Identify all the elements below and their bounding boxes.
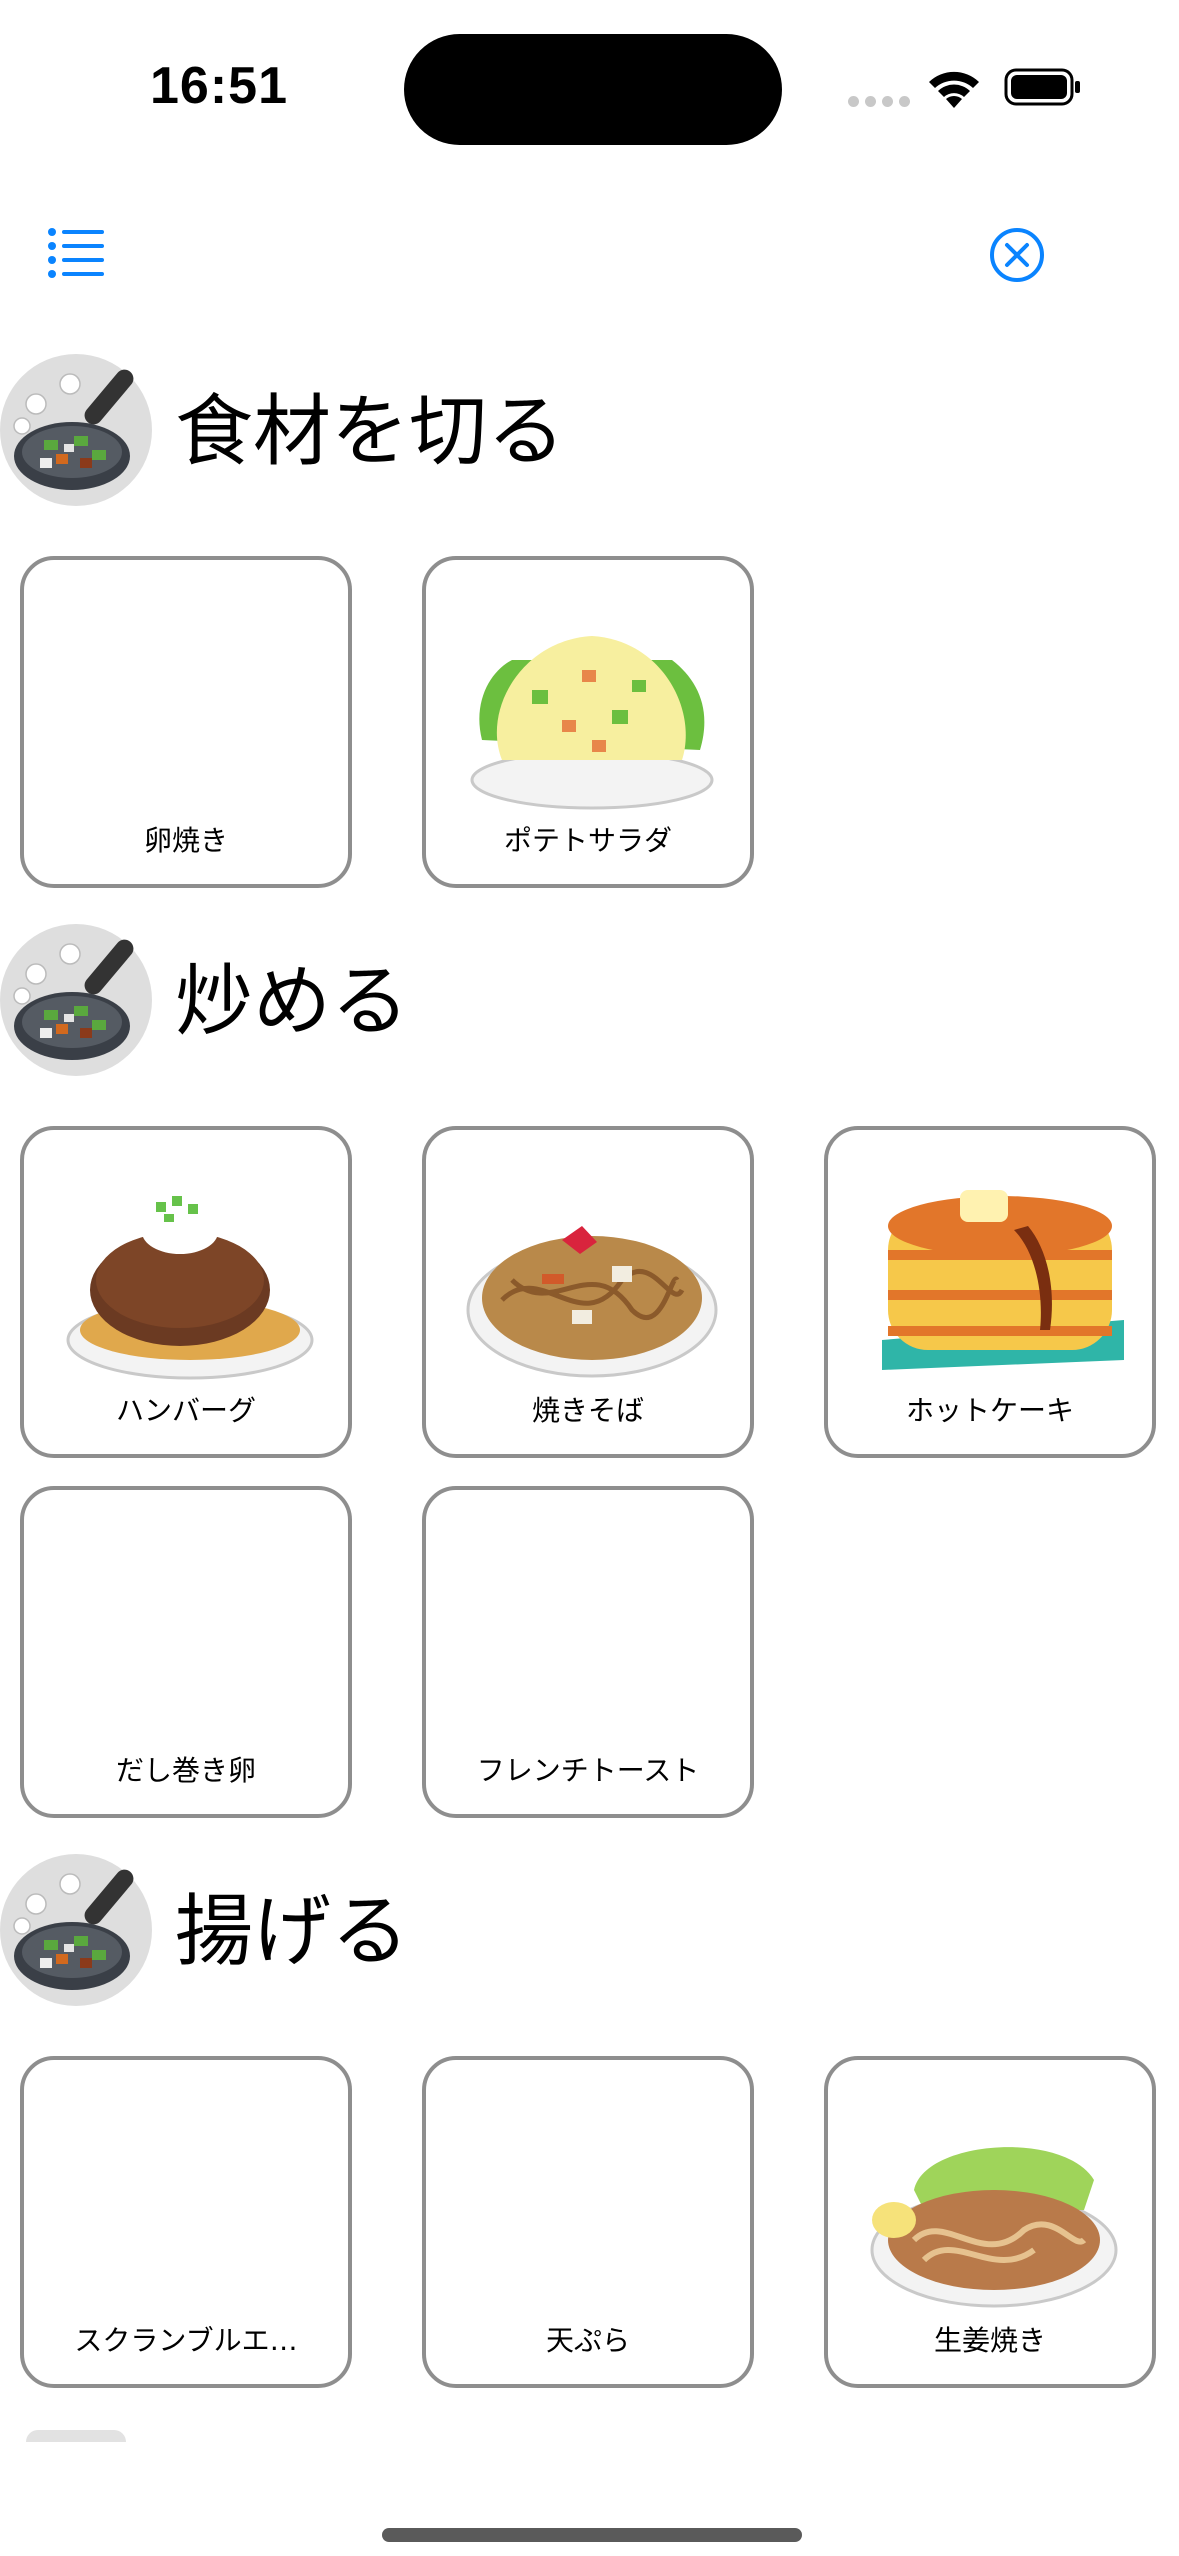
close-icon[interactable] [988, 226, 1046, 284]
recipe-label: フレンチトースト [476, 1754, 700, 1787]
recipe-card[interactable]: 焼きそば [422, 1126, 754, 1458]
recipe-card[interactable]: 卵焼き [20, 556, 352, 888]
recipe-label: だし巻き卵 [115, 1754, 256, 1787]
section-title: 揚げる [175, 1887, 410, 1977]
recipe-card[interactable]: ポテトサラダ [422, 556, 754, 888]
pancake-image [882, 1190, 1124, 1370]
recipe-label: スクランブルエ… [74, 2324, 298, 2357]
list-bullet-icon[interactable] [46, 226, 106, 278]
recipe-card[interactable]: 天ぷら [422, 2056, 754, 2388]
frying-pan-icon [0, 924, 152, 1076]
yakisoba-image [466, 1226, 718, 1378]
recipe-label: ホットケーキ [905, 1394, 1074, 1427]
section-title: 炒める [175, 957, 410, 1047]
recipe-label: 焼きそば [531, 1394, 644, 1427]
section-header: 揚げる [0, 1854, 1179, 2014]
recipe-card[interactable]: ホットケーキ [824, 1126, 1156, 1458]
battery-icon [1004, 68, 1080, 106]
recipe-card[interactable]: ハンバーグ [20, 1126, 352, 1458]
hamburg-steak-image [66, 1196, 314, 1380]
section-title: 食材を切る [175, 387, 566, 477]
recipe-label: ポテトサラダ [503, 824, 672, 857]
section-header: 食材を切る [0, 354, 1179, 514]
potato-salad-image [470, 636, 714, 810]
section-header: 炒める [0, 924, 1179, 1084]
status-time: 16:51 [150, 57, 288, 115]
wifi-icon [929, 71, 979, 108]
cellular-signal-icon [848, 96, 910, 110]
recipe-label: 天ぷら [545, 2324, 630, 2357]
recipe-card[interactable]: だし巻き卵 [20, 1486, 352, 1818]
recipe-card[interactable]: スクランブルエ… [20, 2056, 352, 2388]
recipe-label: ハンバーグ [115, 1394, 256, 1427]
home-indicator[interactable] [382, 2528, 802, 2542]
dynamic-island [404, 34, 782, 145]
frying-pan-icon [0, 354, 152, 506]
ginger-pork-image [870, 2147, 1118, 2308]
recipe-label: 卵焼き [143, 824, 228, 857]
recipe-card[interactable]: フレンチトースト [422, 1486, 754, 1818]
frying-pan-icon [0, 1854, 152, 2006]
next-section-icon-peek [26, 2430, 126, 2442]
recipe-label: 生姜焼き [933, 2324, 1046, 2357]
recipe-card[interactable]: 生姜焼き [824, 2056, 1156, 2388]
